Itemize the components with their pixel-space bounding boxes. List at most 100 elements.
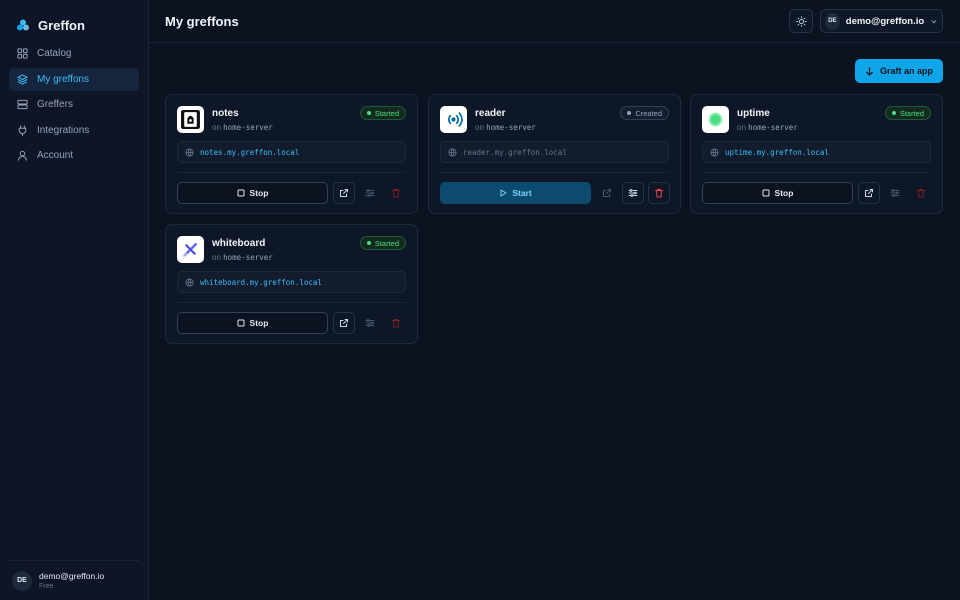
sidebar-nav: Catalog My greffons Greffers Integration… [0, 42, 148, 167]
host-prefix: on [212, 122, 221, 132]
avatar: DE [12, 570, 32, 591]
delete-button[interactable] [385, 312, 407, 334]
graft-app-label: Graft an app [879, 66, 933, 76]
trash-icon [392, 189, 400, 198]
divider [177, 172, 406, 173]
app-url-link[interactable]: reader.my.greffon.local [440, 141, 669, 163]
globe-icon [185, 147, 194, 157]
sidebar-item-label: My greffons [37, 73, 90, 85]
status-dot [366, 241, 371, 245]
settings-button[interactable] [884, 182, 906, 204]
sidebar-item-my-greffons[interactable]: My greffons [9, 67, 139, 91]
topbar: My greffons DE demo@greffon.io [149, 0, 960, 43]
app-host: on home-server [212, 253, 273, 262]
app-url: notes.my.greffon.local [200, 147, 300, 157]
sun-icon [795, 15, 807, 27]
arrow-down-icon [866, 66, 873, 76]
notes-app-icon [177, 106, 204, 133]
sidebar-user-email: demo@greffon.io [39, 571, 105, 581]
reader-app-icon [440, 106, 467, 133]
status-badge: Started [359, 106, 406, 120]
app-name: reader [475, 107, 506, 119]
start-button[interactable]: Start [440, 182, 591, 204]
page-title: My greffons [165, 13, 239, 29]
trash-icon [917, 189, 925, 198]
status-text: Started [899, 108, 924, 118]
status-dot [891, 111, 896, 115]
settings-button[interactable] [622, 182, 644, 204]
user-email: demo@greffon.io [845, 15, 925, 27]
open-external-button[interactable] [858, 182, 880, 204]
host-name: home-server [486, 122, 536, 132]
chevron-down-icon [931, 19, 937, 23]
avatar: DE [825, 12, 840, 30]
stop-icon [237, 319, 245, 327]
status-text: Started [374, 108, 399, 118]
sidebar-item-label: Greffers [37, 99, 73, 110]
sidebar-item-label: Integrations [37, 124, 90, 136]
graft-app-button[interactable]: Graft an app [855, 59, 943, 83]
app-name: uptime [737, 107, 770, 119]
sliders-icon [365, 189, 375, 197]
app-url: reader.my.greffon.local [463, 147, 567, 157]
app-url: whiteboard.my.greffon.local [200, 277, 322, 287]
open-external-button[interactable] [596, 182, 618, 204]
host-prefix: on [737, 122, 746, 132]
sidebar-item-integrations[interactable]: Integrations [9, 119, 139, 142]
settings-button[interactable] [359, 182, 381, 204]
main-content: My greffons DE demo@greffon.io Graft an … [149, 0, 960, 600]
app-url-link[interactable]: notes.my.greffon.local [177, 141, 406, 163]
globe-icon [710, 147, 719, 157]
play-icon [500, 189, 507, 197]
open-external-button[interactable] [333, 312, 355, 334]
sidebar-item-catalog[interactable]: Catalog [9, 42, 139, 65]
brand[interactable]: Greffon [0, 0, 148, 38]
theme-toggle-button[interactable] [789, 9, 813, 33]
delete-button[interactable] [385, 182, 407, 204]
external-link-icon [865, 189, 873, 197]
divider [702, 172, 931, 173]
app-name: notes [212, 107, 239, 119]
card-header: uptime on home-server [702, 106, 798, 133]
app-url-link[interactable]: uptime.my.greffon.local [702, 141, 931, 163]
user-menu-button[interactable]: DE demo@greffon.io [820, 9, 943, 33]
app-url-link[interactable]: whiteboard.my.greffon.local [177, 271, 406, 293]
app-url: uptime.my.greffon.local [725, 147, 829, 157]
delete-button[interactable] [648, 182, 670, 204]
card-titles: reader on home-server [475, 108, 536, 132]
stop-button[interactable]: Stop [177, 182, 328, 204]
status-text: Created [635, 108, 662, 118]
sidebar-item-label: Catalog [37, 48, 72, 59]
user-icon [17, 150, 28, 161]
status-badge: Started [359, 236, 406, 250]
stop-button[interactable]: Stop [702, 182, 853, 204]
layers-icon [17, 73, 28, 85]
sidebar-user[interactable]: DE demo@greffon.io Free [9, 560, 139, 600]
plug-icon [18, 124, 27, 136]
sidebar-item-greffers[interactable]: Greffers [9, 93, 139, 116]
host-name: home-server [223, 122, 273, 132]
status-badge: Created [620, 106, 669, 120]
sliders-icon [628, 189, 638, 197]
globe-icon [448, 147, 457, 157]
host-prefix: on [475, 122, 484, 132]
globe-icon [185, 277, 194, 287]
app-host: on home-server [212, 123, 273, 132]
card-titles: uptime on home-server [737, 108, 798, 132]
external-link-icon [340, 189, 348, 197]
open-external-button[interactable] [333, 182, 355, 204]
divider [440, 172, 669, 173]
stop-icon [762, 189, 770, 197]
status-badge: Started [884, 106, 931, 120]
delete-button[interactable] [910, 182, 932, 204]
sidebar-item-account[interactable]: Account [9, 144, 139, 167]
greffon-card-whiteboard: whiteboard on home-server Started whiteb… [165, 224, 418, 344]
whiteboard-app-icon [177, 236, 204, 263]
status-dot [627, 111, 632, 115]
stop-button[interactable]: Stop [177, 312, 328, 334]
greffon-card-uptime: uptime on home-server Started uptime.my.… [690, 94, 943, 214]
app-host: on home-server [737, 123, 798, 132]
sliders-icon [890, 189, 900, 197]
host-name: home-server [748, 122, 798, 132]
settings-button[interactable] [359, 312, 381, 334]
